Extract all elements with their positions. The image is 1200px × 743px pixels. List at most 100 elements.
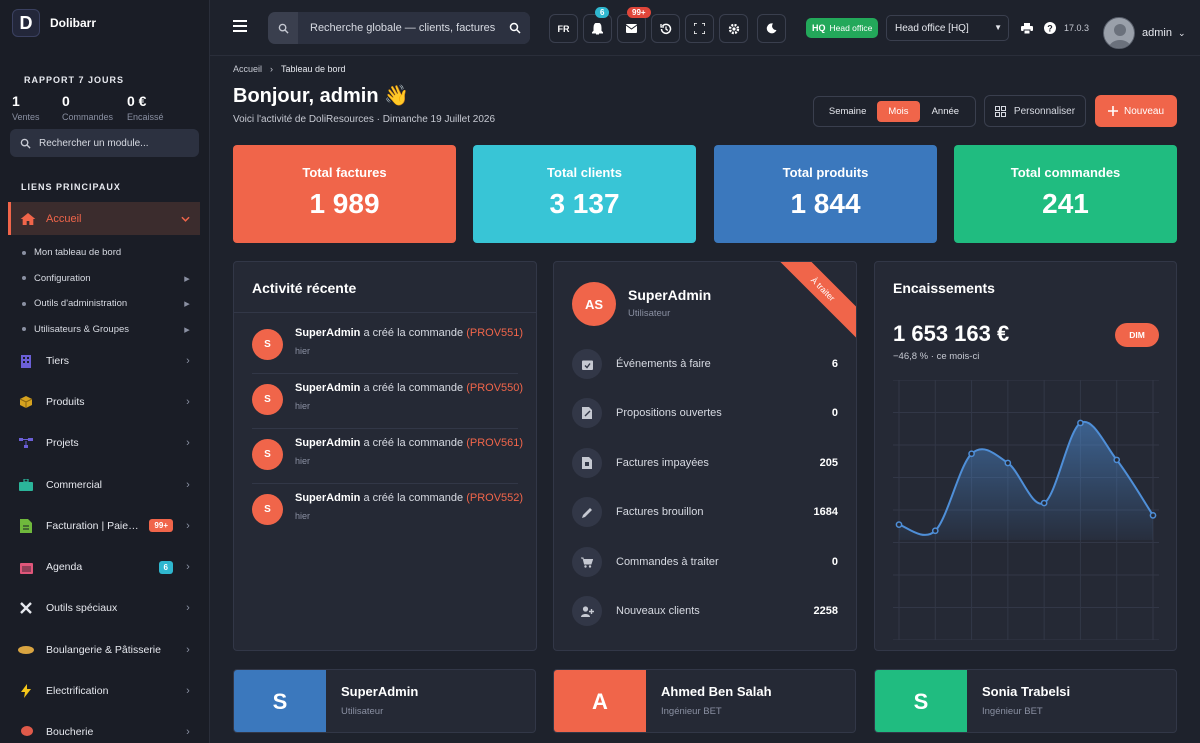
sidebar-nav: Tiers › Produits › Projets › Commercial … — [18, 340, 193, 743]
activity-item[interactable]: S SuperAdmin a créé la commande (PROV550… — [252, 374, 523, 429]
sub-item-users-groups[interactable]: Utilisateurs & Groupes ▸ — [22, 317, 192, 343]
chart-point[interactable] — [931, 527, 939, 535]
sub-item-configuration[interactable]: Configuration ▸ — [22, 266, 192, 292]
notifications-button[interactable]: 6 — [583, 7, 612, 43]
expand-icon — [694, 23, 705, 34]
printer-icon[interactable] — [1021, 23, 1033, 34]
menu-toggle-icon[interactable] — [233, 20, 247, 32]
activity-ref-link[interactable]: (PROV552) — [466, 492, 523, 504]
stat-card-invoices[interactable]: Total factures 1 989 — [233, 145, 456, 243]
sidebar-item-label: Commercial — [46, 478, 103, 491]
user-card[interactable]: S SuperAdmin Utilisateur — [233, 669, 536, 733]
sub-item-dashboard[interactable]: Mon tableau de bord — [22, 240, 192, 266]
activity-ref-link[interactable]: (PROV551) — [466, 327, 523, 339]
row-value: 1684 — [813, 506, 838, 518]
brand[interactable]: D Dolibarr — [12, 8, 96, 38]
dark-mode-button[interactable] — [757, 14, 786, 43]
user-menu[interactable]: admin ⌄ — [1142, 27, 1186, 39]
profile-name: SuperAdmin — [628, 287, 712, 303]
stat-card-clients[interactable]: Total clients 3 137 — [473, 145, 696, 243]
activity-item[interactable]: S SuperAdmin a créé la commande (PROV561… — [252, 429, 523, 484]
sidebar-item-commercial[interactable]: Commercial › — [18, 464, 193, 505]
stat-card-orders[interactable]: Total commandes 241 — [954, 145, 1177, 243]
sub-item-label: Mon tableau de bord — [34, 247, 122, 259]
collections-panel: Encaissements 1 653 163 € −46,8 % · ce m… — [874, 261, 1177, 651]
period-year-button[interactable]: Année — [920, 101, 971, 122]
new-clients-row[interactable]: Nouveaux clients 2258 — [572, 594, 838, 628]
sidebar-item-label: Agenda — [46, 561, 83, 574]
chart-point[interactable] — [1113, 456, 1121, 464]
activity-action: a créé la commande — [363, 327, 464, 339]
sidebar-item-produits[interactable]: Produits › — [18, 381, 193, 422]
user-card[interactable]: S Sonia Trabelsi Ingénieur BET — [874, 669, 1177, 733]
sidebar-item-agenda[interactable]: Agenda 6 › — [18, 546, 193, 587]
breadcrumb-home-link[interactable]: Accueil — [233, 64, 262, 74]
activity-item[interactable]: S SuperAdmin a créé la commande (PROV551… — [252, 319, 523, 374]
customize-button[interactable]: Personnaliser — [984, 95, 1086, 127]
sidebar-item-accueil[interactable]: Accueil — [8, 202, 200, 235]
global-search-input[interactable] — [298, 12, 500, 44]
row-label: Factures impayées — [616, 457, 709, 469]
sub-item-admin-tools[interactable]: Outils d'administration ▸ — [22, 291, 192, 317]
language-button[interactable]: FR — [549, 14, 578, 43]
messages-button[interactable]: 99+ — [617, 7, 651, 43]
activity-ref-link[interactable]: (PROV561) — [466, 437, 523, 449]
stat-card-title: Total commandes — [1010, 165, 1121, 180]
user-card-role: Ingénieur BET — [661, 706, 722, 717]
notifications-badge: 6 — [595, 7, 610, 18]
breadcrumb-current: Tableau de bord — [281, 64, 346, 74]
chart-point[interactable] — [968, 450, 975, 458]
sidebar-item-boulangerie[interactable]: Boulangerie & Pâtisserie › — [18, 629, 193, 670]
period-week-button[interactable]: Semaine — [818, 101, 877, 122]
breadcrumb-separator-icon: › — [270, 64, 274, 74]
activity-ref-link[interactable]: (PROV550) — [466, 382, 523, 394]
entity-select[interactable]: Head office [HQ] ▼ — [886, 15, 1009, 41]
unpaid-invoices-row[interactable]: Factures impayées 205 — [572, 446, 838, 480]
report-title: RAPPORT 7 JOURS — [24, 75, 125, 85]
row-label: Nouveaux clients — [616, 605, 700, 617]
stat-card-products[interactable]: Total produits 1 844 — [714, 145, 937, 243]
user-card[interactable]: A Ahmed Ben Salah Ingénieur BET — [553, 669, 856, 733]
box-icon — [18, 394, 34, 410]
collections-title: Encaissements — [893, 280, 995, 296]
sidebar-item-electrification[interactable]: Electrification › — [18, 670, 193, 711]
search-submit-icon[interactable] — [500, 12, 530, 44]
user-card-role: Ingénieur BET — [982, 706, 1043, 717]
sidebar-item-label: Electrification — [46, 685, 109, 698]
file-edit-icon — [572, 398, 602, 428]
sidebar-item-projets[interactable]: Projets › — [18, 423, 193, 464]
open-proposals-row[interactable]: Propositions ouvertes 0 — [572, 396, 838, 430]
stat-card-value: 3 137 — [549, 188, 620, 219]
sidebar-item-facturation[interactable]: Facturation | Paie… 99+ › — [18, 505, 193, 546]
chart-point[interactable] — [1149, 512, 1157, 519]
todo-events-row[interactable]: Événements à faire 6 — [572, 347, 838, 381]
settings-button[interactable] — [719, 14, 748, 43]
orders-to-process-row[interactable]: Commandes à traiter 0 — [572, 545, 838, 579]
chart-point[interactable] — [1077, 419, 1084, 427]
activity-item[interactable]: S SuperAdmin a créé la commande (PROV552… — [252, 484, 523, 539]
fullscreen-button[interactable] — [685, 14, 714, 43]
sidebar-item-boucherie[interactable]: Boucherie › — [18, 712, 193, 743]
page-title: Bonjour, admin 👋 — [233, 85, 410, 107]
chevron-down-icon: ▼ — [994, 23, 1002, 32]
chart-point[interactable] — [1004, 459, 1012, 467]
pencil-icon — [572, 497, 602, 527]
help-icon[interactable]: ? — [1044, 22, 1056, 34]
stat-label: Encaissé — [127, 112, 164, 122]
sidebar-item-tiers[interactable]: Tiers › — [18, 340, 193, 381]
stat-label: Ventes — [12, 112, 40, 122]
period-month-button[interactable]: Mois — [877, 101, 920, 122]
entity-badge-label: Head office — [829, 23, 873, 33]
row-label: Commandes à traiter — [616, 556, 719, 568]
history-button[interactable] — [651, 14, 680, 43]
sidebar-item-outils-speciaux[interactable]: Outils spéciaux › — [18, 588, 193, 629]
draft-invoices-row[interactable]: Factures brouillon 1684 — [572, 495, 838, 529]
chart-point[interactable] — [1040, 499, 1048, 507]
stat-sales: 1 Ventes — [12, 93, 62, 122]
module-search-input[interactable] — [39, 137, 189, 149]
collections-period-pill[interactable]: DIM — [1115, 323, 1159, 347]
new-button[interactable]: Nouveau — [1095, 95, 1177, 127]
stat-card-title: Total clients — [547, 165, 622, 180]
chart-point[interactable] — [895, 521, 903, 528]
user-avatar[interactable] — [1103, 17, 1135, 49]
